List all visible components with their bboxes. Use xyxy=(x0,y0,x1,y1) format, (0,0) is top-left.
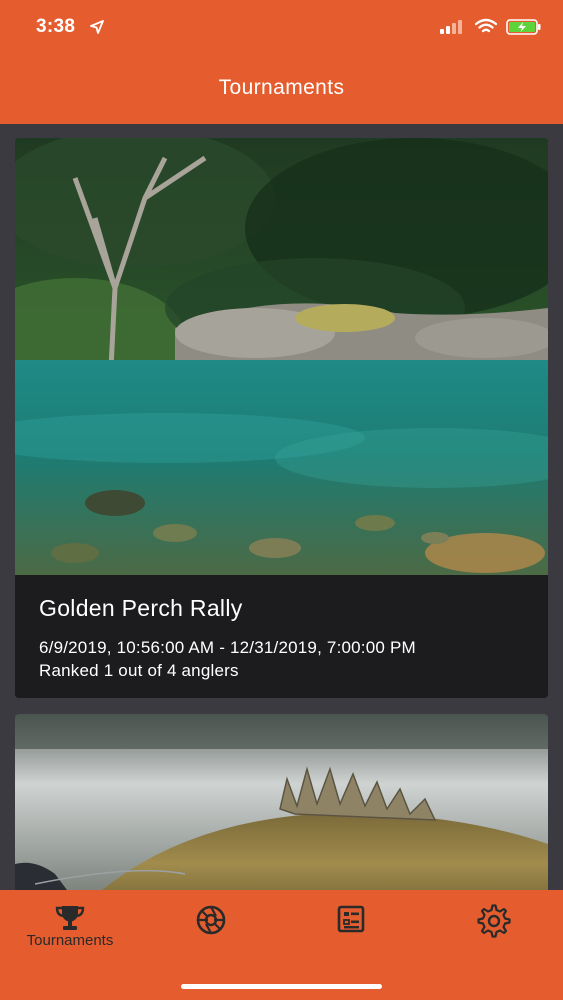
tournament-image-fish xyxy=(15,714,548,890)
tournament-dates: 6/9/2019, 10:56:00 AM - 12/31/2019, 7:00… xyxy=(39,638,416,657)
cellular-signal-icon xyxy=(440,20,466,39)
tab-settings[interactable] xyxy=(423,890,563,970)
gear-icon xyxy=(477,904,511,938)
tournament-card[interactable]: Golden Perch Rally 6/9/2019, 10:56:00 AM… xyxy=(15,138,548,698)
tab-camera[interactable] xyxy=(141,890,281,970)
location-arrow-icon xyxy=(90,20,104,39)
app-header: 3:38 Tournaments xyxy=(0,0,563,124)
status-bar: 3:38 xyxy=(0,0,563,56)
tournament-title: Golden Perch Rally xyxy=(39,595,243,621)
tab-leaderboard[interactable] xyxy=(282,890,422,970)
tab-tournaments-label: Tournaments xyxy=(26,932,114,949)
tab-tournaments[interactable]: Tournaments xyxy=(0,890,140,970)
tournament-info: Golden Perch Rally 6/9/2019, 10:56:00 AM… xyxy=(15,575,548,698)
wifi-icon xyxy=(474,18,498,39)
tournament-card[interactable] xyxy=(15,714,548,890)
status-time: 3:38 xyxy=(36,16,76,37)
battery-charging-icon xyxy=(506,19,542,40)
tournament-image-river xyxy=(15,138,548,575)
tournament-list[interactable]: Golden Perch Rally 6/9/2019, 10:56:00 AM… xyxy=(0,124,563,890)
home-indicator xyxy=(181,984,382,989)
trophy-icon xyxy=(55,906,85,930)
leaderboard-list-icon xyxy=(337,905,365,933)
tournament-rank: Ranked 1 out of 4 anglers xyxy=(39,661,239,680)
camera-aperture-icon xyxy=(196,905,226,935)
page-title: Tournaments xyxy=(218,76,345,99)
